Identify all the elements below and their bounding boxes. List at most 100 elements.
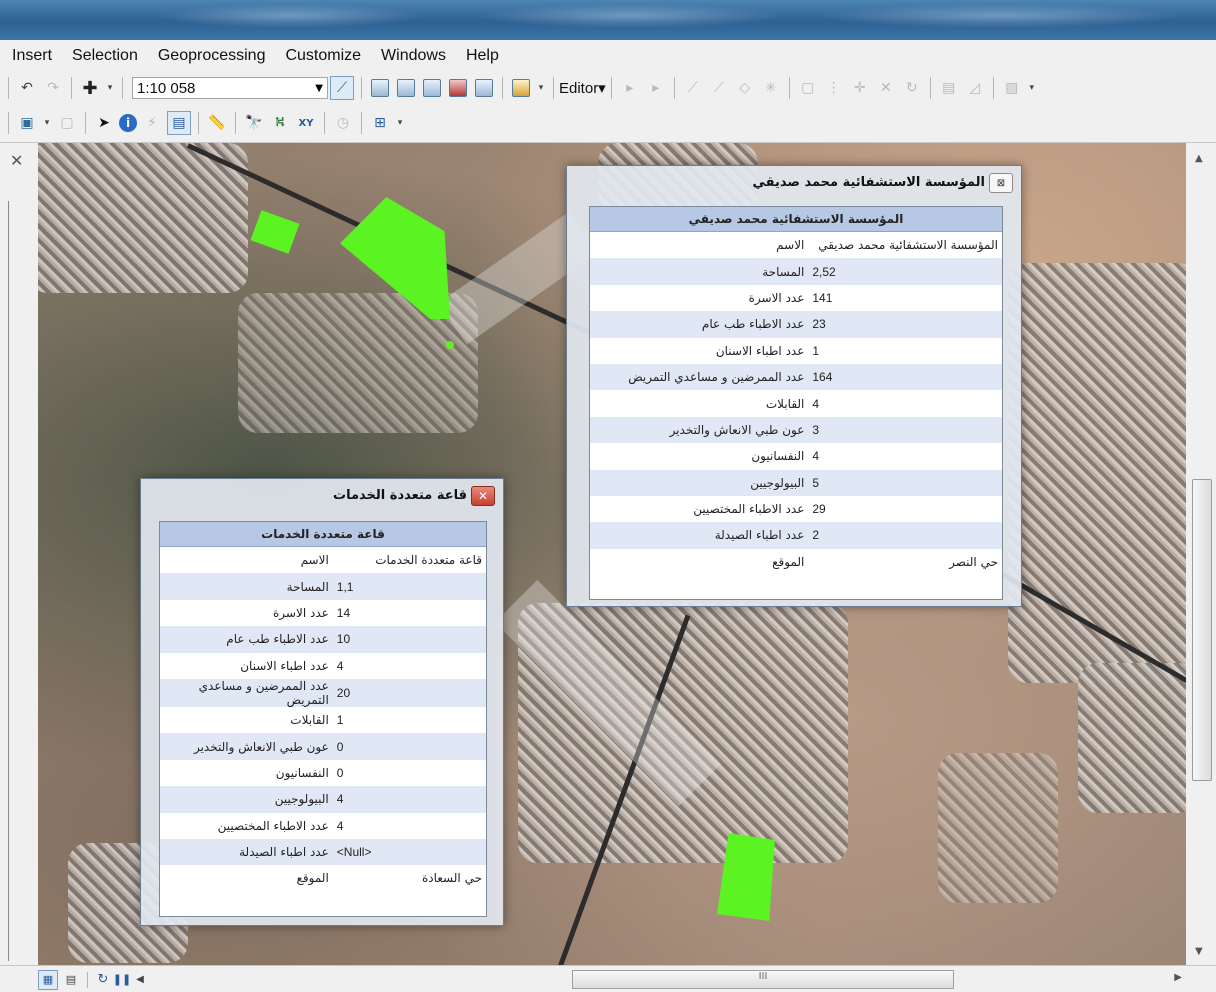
add-data-icon[interactable]: ✚ (79, 77, 101, 99)
refresh-icon[interactable]: ↻ (95, 969, 111, 991)
menu-geoprocessing[interactable]: Geoprocessing (148, 47, 276, 65)
attribute-value: 23 (808, 311, 1002, 338)
attribute-field-name: عدد اطباء الاسنان (715, 343, 805, 358)
scroll-right-icon[interactable]: ▶ (1174, 972, 1182, 983)
toolbar-options-icon-3[interactable]: ▾ (395, 112, 405, 134)
edit-tool-icon: ▸ (626, 80, 634, 96)
html-popup-icon[interactable]: ▤ (167, 111, 191, 135)
catalog-icon[interactable] (397, 79, 415, 97)
popup-window-right[interactable]: المؤسسة الاستشفائية محمد صديقي ⊠ المؤسسة… (566, 165, 1022, 607)
menu-selection[interactable]: Selection (62, 47, 148, 65)
attribute-row: النفسانيون 0 (160, 760, 486, 786)
attribute-row: البيولوجيين 5 (590, 469, 1002, 496)
map-scale-combobox[interactable]: 1:10 058 ▼ (132, 77, 328, 99)
toolbar-options-icon-2[interactable]: ▾ (1027, 77, 1037, 99)
attribute-field-name: البيولوجيين (160, 786, 333, 813)
straight-segment-icon: ⟋ (687, 80, 698, 96)
find-icon[interactable]: 🔭 (243, 112, 265, 134)
attribute-row: الموقع حي النصر (590, 549, 1002, 575)
popup-content: المؤسسة الاستشفائية محمد صديقي الاسم المؤ… (589, 206, 1003, 600)
attribute-value: 14 (336, 605, 351, 620)
toolbar-options-icon[interactable]: ▾ (536, 77, 546, 99)
attribute-field-name: النفسانيون (751, 449, 805, 464)
attribute-row: عدد الممرضين و مساعدي التمريض 20 (160, 678, 486, 707)
standard-toolbar: ↶ ↷ ✚ ▾ 1:10 058 ▼ ⟋ ▾ Editor▾ ▸ ▸ ⟋ ⟋ ◇… (0, 72, 1216, 104)
redo-icon[interactable]: ↷ (42, 77, 64, 99)
pause-drawing-icon[interactable]: ❚❚ (113, 969, 131, 991)
editor-tools-icon[interactable]: ⟋ (330, 76, 354, 100)
split-icon: ✕ (879, 80, 892, 96)
attribute-field-name: المساحة (590, 258, 809, 285)
undo-icon[interactable]: ↶ (16, 77, 38, 99)
tools-toolbar: ▣ ▾ ▢ ➤ i ⚡ ▤ 📏 🔭 ⛕ XY ◷ ⊞ ▾ (0, 104, 1216, 143)
attribute-row: القابلات 4 (590, 390, 1002, 416)
attribute-value: <Null> (332, 838, 486, 866)
layout-view-icon[interactable]: ▤ (62, 969, 80, 991)
editor-menu[interactable]: Editor▾ (559, 79, 606, 97)
attribute-row: عون طبي الانعاش والتخدير 3 (590, 416, 1002, 444)
menu-insert[interactable]: Insert (0, 47, 62, 65)
cut-polygons-icon: ✛ (853, 80, 866, 96)
arctoolbox-icon[interactable] (449, 79, 467, 97)
close-icon[interactable]: ✕ (471, 486, 495, 506)
popup-title-bar[interactable]: المؤسسة الاستشفائية محمد صديقي (567, 166, 1021, 198)
horizontal-scroll-thumb[interactable]: III (572, 970, 954, 989)
trace-icon: ◇ (739, 80, 751, 96)
highlighted-parcel[interactable] (250, 210, 300, 254)
edit-vertices-icon: ▢ (801, 80, 815, 96)
menu-help[interactable]: Help (456, 47, 509, 65)
python-window-icon[interactable] (475, 79, 493, 97)
attribute-value: 1,1 (332, 573, 486, 600)
measure-icon[interactable]: 📏 (206, 112, 228, 134)
attribute-field-name: عدد الاطباء طب عام (160, 626, 333, 653)
popup-window-left[interactable]: قاعة متعددة الخدمات ✕ قاعة متعددة الخدما… (140, 478, 504, 926)
data-view-icon[interactable]: ▦ (38, 969, 58, 990)
attribute-field-name: الاسم (300, 553, 329, 568)
viewer-window-icon[interactable]: ⊞ (369, 112, 391, 134)
close-icon[interactable]: ✕ (10, 151, 23, 170)
table-of-contents-collapsed: ✕ (0, 143, 38, 965)
attribute-field-name: القابلات (765, 396, 805, 411)
model-builder-icon[interactable] (512, 79, 530, 97)
vertical-scroll-thumb[interactable] (1192, 479, 1212, 781)
scroll-left-icon[interactable]: ◀ (133, 969, 147, 991)
attribute-field-name: الموقع (296, 871, 329, 886)
attribute-row: عدد الممرضين و مساعدي التمريض 164 (590, 363, 1002, 391)
select-elements-icon[interactable]: ➤ (93, 112, 115, 134)
window-title-bar[interactable] (0, 0, 1216, 40)
menu-windows[interactable]: Windows (371, 47, 456, 65)
rotate-icon: ↻ (905, 80, 918, 96)
highlighted-point[interactable] (446, 341, 454, 349)
horizontal-scrollbar[interactable]: III ▶ (162, 970, 1182, 989)
select-features-icon[interactable]: ▣ (16, 112, 38, 134)
attribute-value: 0 (332, 733, 486, 760)
attribute-value: 4 (336, 658, 344, 673)
attribute-field-name: عدد الممرضين و مساعدي التمريض (590, 363, 809, 391)
attribute-row: الاسم المؤسسة الاستشفائية محمد صديقي (590, 232, 1002, 258)
scroll-up-icon[interactable]: ▲ (1195, 153, 1203, 164)
find-route-icon[interactable]: ⛕ (269, 112, 291, 134)
attribute-row: الموقع حي السعادة (160, 865, 486, 891)
go-to-xy-icon[interactable]: XY (295, 112, 317, 134)
table-of-contents-icon[interactable] (371, 79, 389, 97)
close-icon[interactable]: ⊠ (989, 173, 1013, 193)
identify-icon[interactable]: i (119, 114, 137, 132)
search-window-icon[interactable] (423, 79, 441, 97)
add-data-dropdown-icon[interactable]: ▾ (105, 77, 115, 99)
menu-customize[interactable]: Customize (275, 47, 371, 65)
point-icon: ✳ (764, 80, 777, 96)
map-scale-value: 1:10 058 (137, 79, 196, 97)
attribute-field-name: عدد الممرضين و مساعدي التمريض (160, 678, 333, 707)
popup-header: قاعة متعددة الخدمات (160, 522, 486, 547)
attribute-field-name: عون طبي الانعاش والتخدير (590, 416, 809, 444)
end-point-arc-icon: ⟋ (713, 80, 724, 96)
select-dropdown-icon[interactable]: ▾ (42, 112, 52, 134)
popup-title-bar[interactable]: قاعة متعددة الخدمات (141, 479, 503, 511)
scroll-down-icon[interactable]: ▼ (1195, 946, 1203, 957)
vertical-scrollbar[interactable]: ▲ ▼ (1186, 143, 1216, 965)
attribute-value: 4 (812, 396, 820, 411)
attribute-value: حي السعادة (421, 871, 482, 886)
chevron-down-icon[interactable]: ▼ (315, 83, 323, 94)
attribute-value: المؤسسة الاستشفائية محمد صديقي (818, 238, 998, 253)
attribute-field-name: عدد الاطباء المختصيين (217, 818, 329, 833)
